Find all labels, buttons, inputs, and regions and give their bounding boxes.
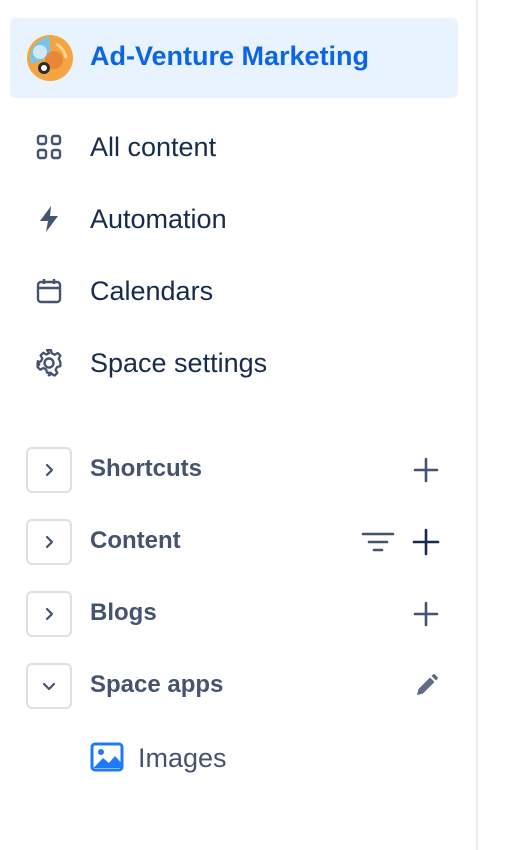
add-shortcut-button[interactable] — [408, 452, 444, 488]
chevron-right-icon — [45, 463, 54, 477]
section-space-apps: Space apps — [10, 657, 458, 717]
expand-shortcuts-button[interactable] — [26, 447, 72, 493]
expand-content-button[interactable] — [26, 519, 72, 565]
sidebar-divider[interactable] — [476, 0, 478, 850]
nav-label: Automation — [90, 203, 227, 234]
nav-label: Calendars — [90, 275, 214, 306]
nav-calendars[interactable]: Calendars — [10, 261, 458, 321]
nav-all-content[interactable]: All content — [10, 117, 458, 177]
nav-label: Space settings — [90, 347, 268, 378]
grid-icon — [34, 132, 64, 162]
section-shortcuts: Shortcuts — [10, 441, 458, 501]
chevron-right-icon — [45, 607, 54, 621]
section-title[interactable]: Content — [90, 527, 181, 555]
nav-label: All content — [90, 131, 217, 162]
section-blogs: Blogs — [10, 585, 458, 645]
chevron-down-icon — [42, 682, 56, 691]
gear-icon — [34, 348, 64, 378]
space-header[interactable]: Ad-Venture Marketing — [10, 18, 458, 98]
lightning-icon — [34, 204, 64, 234]
add-content-button[interactable] — [408, 524, 444, 560]
space-app-label: Images — [138, 743, 227, 773]
nav-space-settings[interactable]: Space settings — [10, 333, 458, 393]
filter-content-button[interactable] — [360, 524, 396, 560]
filter-icon — [361, 532, 395, 552]
section-content: Content — [10, 513, 458, 573]
edit-space-apps-button[interactable] — [408, 668, 444, 704]
space-name: Ad-Venture Marketing — [90, 41, 370, 71]
section-title[interactable]: Space apps — [90, 671, 223, 699]
space-app-images[interactable]: Images — [10, 728, 458, 788]
space-avatar-icon — [27, 35, 73, 81]
section-title[interactable]: Shortcuts — [90, 455, 202, 483]
image-icon — [90, 742, 124, 772]
chevron-right-icon — [45, 535, 54, 549]
calendar-icon — [34, 276, 64, 306]
section-title[interactable]: Blogs — [90, 599, 157, 627]
plus-icon — [412, 528, 440, 556]
plus-icon — [413, 601, 439, 627]
add-blog-button[interactable] — [408, 596, 444, 632]
nav-automation[interactable]: Automation — [10, 189, 458, 249]
pencil-icon — [417, 674, 438, 695]
plus-icon — [413, 457, 439, 483]
expand-blogs-button[interactable] — [26, 591, 72, 637]
collapse-space-apps-button[interactable] — [26, 663, 72, 709]
